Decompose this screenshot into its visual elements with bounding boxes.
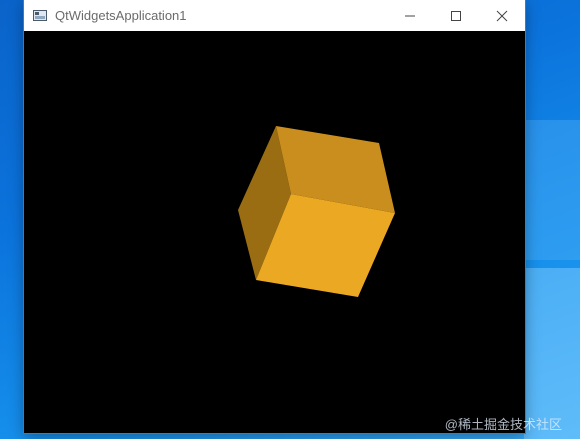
opengl-viewport[interactable] xyxy=(24,31,525,433)
window-title: QtWidgetsApplication1 xyxy=(55,8,187,23)
maximize-button[interactable] xyxy=(433,0,479,31)
minimize-button[interactable] xyxy=(387,0,433,31)
desktop-background: QtWidgetsApplication1 @稀土掘金技术社区 xyxy=(0,0,580,439)
maximize-icon xyxy=(451,10,461,21)
window-controls xyxy=(387,0,525,31)
app-window-icon[interactable] xyxy=(33,10,47,21)
minimize-icon xyxy=(405,15,415,16)
watermark: @稀土掘金技术社区 xyxy=(444,417,562,432)
titlebar[interactable]: QtWidgetsApplication1 xyxy=(24,0,525,31)
cube-scene xyxy=(238,126,395,297)
desktop-light-panel xyxy=(524,120,580,260)
close-button[interactable] xyxy=(479,0,525,31)
app-window: QtWidgetsApplication1 xyxy=(24,0,525,433)
close-icon xyxy=(496,10,508,21)
